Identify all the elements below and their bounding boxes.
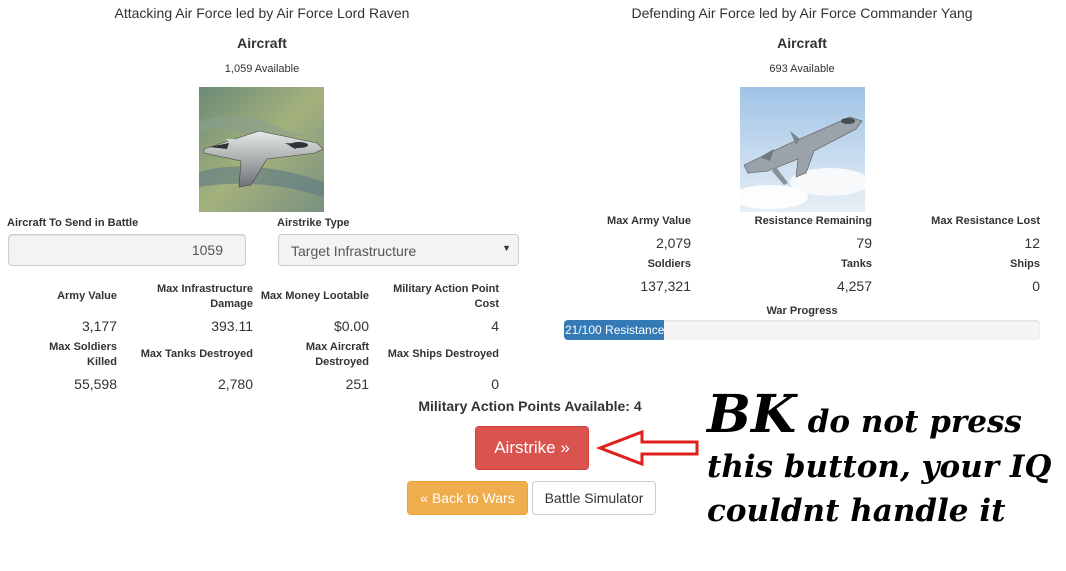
attacker-available: 1,059 Available <box>224 63 300 75</box>
meme-text-bk: BK <box>707 384 797 445</box>
war-progress-bar: 21/100 Resistance <box>564 320 1040 340</box>
def-value-soldiers: 137,321 <box>640 278 691 294</box>
defender-heading: Defending Air Force led by Air Force Com… <box>631 5 973 21</box>
def-label-resistance-remaining: Resistance Remaining <box>754 215 872 227</box>
defender-aircraft-image <box>740 87 865 212</box>
aircraft-to-send-input[interactable]: 1059 <box>8 234 246 266</box>
def-value-ships: 0 <box>1032 278 1040 294</box>
defender-unit-title: Aircraft <box>777 35 827 51</box>
war-progress-fill: 21/100 Resistance <box>564 320 664 340</box>
stat-value-max-ships-destroyed: 0 <box>491 376 499 392</box>
stat-value-max-tanks-destroyed: 2,780 <box>217 376 253 392</box>
stat-value-military-action-point-cost: 4 <box>491 318 499 334</box>
attacker-unit-title: Aircraft <box>237 35 287 51</box>
stat-value-max-money-lootable: $0.00 <box>333 318 369 334</box>
stat-label-max-infrastructure-damage: Max Infrastructure Damage <box>157 283 253 310</box>
def-value-tanks: 4,257 <box>836 278 872 294</box>
stat-label-max-ships-destroyed: Max Ships Destroyed <box>387 348 499 360</box>
def-label-ships: Ships <box>1010 258 1040 270</box>
meme-text-line1: BK do not press <box>707 384 1022 445</box>
aircraft-to-send-label: Aircraft To Send in Battle <box>7 217 139 229</box>
stat-label-army-value: Army Value <box>57 290 117 302</box>
mig29-jet-icon <box>740 87 865 212</box>
f22-jet-icon <box>199 87 324 212</box>
def-value-max-army-value: 2,079 <box>655 235 691 251</box>
def-label-soldiers: Soldiers <box>647 258 691 270</box>
battle-simulator-button[interactable]: Battle Simulator <box>532 481 656 515</box>
airstrike-type-selected-value: Target Infrastructure <box>291 243 417 259</box>
def-value-resistance-remaining: 79 <box>856 235 872 251</box>
defender-available: 693 Available <box>769 63 835 75</box>
meme-text-line1-rest: do not press <box>807 404 1022 440</box>
red-arrow-icon <box>595 429 699 467</box>
military-action-points-available: Military Action Points Available: 4 <box>418 398 642 414</box>
def-value-max-resistance-lost: 12 <box>1024 235 1040 251</box>
def-label-max-resistance-lost: Max Resistance Lost <box>931 215 1040 227</box>
stat-label-military-action-point-cost: Military Action Point Cost <box>393 283 499 310</box>
stat-value-max-soldiers-killed: 55,598 <box>74 376 117 392</box>
stat-value-max-aircraft-destroyed: 251 <box>345 376 369 392</box>
airstrike-type-select[interactable]: Target Infrastructure ▼ <box>278 234 519 266</box>
stat-label-max-money-lootable: Max Money Lootable <box>260 290 369 302</box>
def-label-tanks: Tanks <box>841 258 872 270</box>
caret-down-icon: ▼ <box>502 243 511 253</box>
back-to-wars-button[interactable]: « Back to Wars <box>407 481 528 515</box>
attacker-heading: Attacking Air Force led by Air Force Lor… <box>114 5 410 21</box>
def-label-max-army-value: Max Army Value <box>607 215 691 227</box>
meme-text-line2: this button, your IQ <box>707 449 1052 485</box>
airstrike-type-label: Airstrike Type <box>277 217 350 229</box>
stat-label-max-tanks-destroyed: Max Tanks Destroyed <box>140 348 253 360</box>
stat-label-max-aircraft-destroyed: Max Aircraft Destroyed <box>305 341 369 368</box>
attacker-aircraft-image <box>199 87 324 212</box>
war-progress-label: War Progress <box>766 305 838 317</box>
stat-value-army-value: 3,177 <box>81 318 117 334</box>
stat-value-max-infrastructure-damage: 393.11 <box>211 318 253 334</box>
meme-text-line3: couldnt handle it <box>707 493 1006 529</box>
airstrike-button[interactable]: Airstrike » <box>475 426 589 470</box>
stat-label-max-soldiers-killed: Max Soldiers Killed <box>49 341 117 368</box>
